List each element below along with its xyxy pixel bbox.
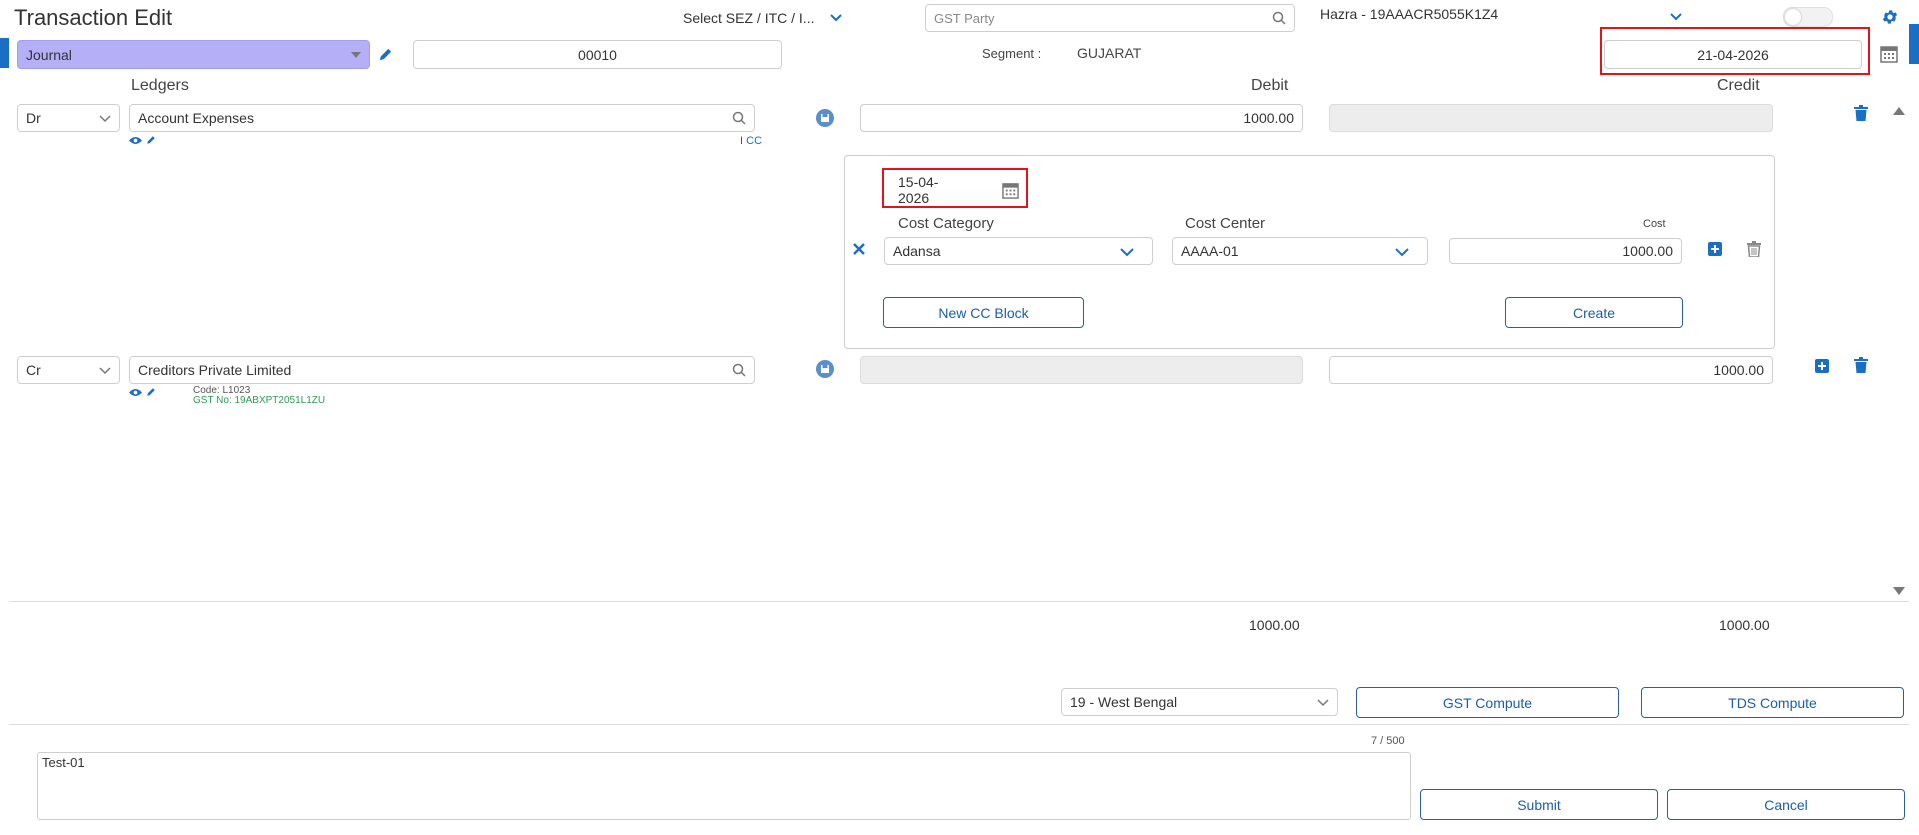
chevron-down-icon bbox=[830, 14, 843, 22]
ledger-value: Creditors Private Limited bbox=[138, 362, 292, 378]
tds-compute-button[interactable]: TDS Compute bbox=[1641, 687, 1904, 718]
ledger-input-row2[interactable]: Creditors Private Limited bbox=[129, 356, 755, 384]
gst-party-placeholder: GST Party bbox=[934, 10, 995, 26]
cost-value: 1000.00 bbox=[1622, 243, 1673, 259]
ledger-input-row1[interactable]: Account Expenses bbox=[129, 104, 755, 132]
ledgers-column-header: Ledgers bbox=[131, 77, 189, 94]
company-select[interactable]: Hazra - 19AAACR5055K1Z4 bbox=[1320, 6, 1685, 28]
chevron-down-icon bbox=[99, 367, 111, 375]
cancel-button[interactable]: Cancel bbox=[1667, 789, 1905, 820]
drcr-select-row2[interactable]: Cr bbox=[17, 356, 120, 384]
drcr-value: Dr bbox=[26, 110, 41, 126]
chevron-down-icon bbox=[99, 115, 111, 123]
credit-value: 1000.00 bbox=[1713, 362, 1764, 378]
voucher-number-input[interactable]: 00010 bbox=[413, 40, 782, 69]
cost-category-value: Adansa bbox=[893, 243, 941, 259]
gear-icon[interactable] bbox=[1881, 8, 1899, 26]
total-debit: 1000.00 bbox=[1249, 617, 1300, 633]
state-value: 19 - West Bengal bbox=[1070, 694, 1178, 710]
page-title: Transaction Edit bbox=[14, 5, 173, 30]
trash-icon[interactable] bbox=[1853, 104, 1869, 122]
drcr-select-row1[interactable]: Dr bbox=[17, 104, 120, 132]
pencil-icon[interactable] bbox=[377, 46, 393, 62]
state-select[interactable]: 19 - West Bengal bbox=[1061, 688, 1338, 716]
narration-text: Test-01 bbox=[42, 755, 85, 770]
cc-tag-label: CC bbox=[746, 135, 763, 147]
plus-icon[interactable] bbox=[1814, 358, 1830, 374]
narration-textarea[interactable]: Test-01 bbox=[37, 752, 1411, 820]
debit-input-row1[interactable]: 1000.00 bbox=[860, 104, 1303, 132]
totals-divider bbox=[9, 601, 1909, 602]
chevron-down-icon bbox=[1670, 13, 1682, 21]
cost-center-select[interactable]: AAAA-01 bbox=[1172, 237, 1428, 265]
highlight-box-cc-date bbox=[882, 168, 1028, 208]
calendar-icon[interactable] bbox=[1880, 45, 1898, 63]
scroll-up-arrow[interactable] bbox=[1892, 106, 1906, 116]
voucher-type-select[interactable]: Journal bbox=[17, 40, 370, 69]
cost-center-label: Cost Center bbox=[1185, 215, 1266, 232]
pencil-icon[interactable] bbox=[145, 386, 157, 398]
gst-compute-button[interactable]: GST Compute bbox=[1356, 687, 1619, 718]
debit-input-row2 bbox=[860, 356, 1303, 384]
cost-category-select[interactable]: Adansa bbox=[884, 237, 1153, 265]
trash-icon[interactable] bbox=[1746, 240, 1762, 258]
trash-icon[interactable] bbox=[1853, 356, 1869, 374]
sez-select-label: Select SEZ / ITC / I... bbox=[683, 10, 815, 26]
close-icon[interactable] bbox=[852, 242, 866, 256]
gst-party-input[interactable]: GST Party bbox=[925, 4, 1295, 32]
chevron-down-icon bbox=[1395, 248, 1409, 257]
search-icon bbox=[732, 363, 746, 377]
credit-column-header: Credit bbox=[1717, 77, 1760, 94]
search-icon bbox=[732, 111, 746, 125]
toggle-switch[interactable] bbox=[1783, 7, 1833, 27]
caret-down-icon bbox=[351, 52, 361, 58]
ledger-value: Account Expenses bbox=[138, 110, 254, 126]
new-cc-block-button[interactable]: New CC Block bbox=[883, 297, 1084, 328]
sez-select[interactable]: Select SEZ / ITC / I... bbox=[683, 8, 848, 28]
cost-center-value: AAAA-01 bbox=[1181, 243, 1239, 259]
cc-tag[interactable]: I CC bbox=[740, 135, 762, 147]
company-name: Hazra - 19AAACR5055K1Z4 bbox=[1320, 6, 1499, 22]
toggle-knob bbox=[1785, 9, 1801, 25]
voucher-number: 00010 bbox=[578, 46, 617, 63]
chevron-down-icon bbox=[1120, 248, 1134, 257]
eye-icon[interactable] bbox=[128, 387, 142, 397]
total-credit: 1000.00 bbox=[1719, 617, 1770, 633]
ledger-gst-number: GST No: 19ABXPT2051L1ZU bbox=[193, 395, 326, 406]
debit-column-header: Debit bbox=[1251, 77, 1289, 94]
narration-divider bbox=[9, 724, 1909, 725]
cost-input[interactable]: 1000.00 bbox=[1449, 238, 1682, 264]
chevron-down-icon bbox=[1317, 699, 1329, 707]
scroll-down-arrow[interactable] bbox=[1892, 586, 1906, 596]
plus-icon[interactable] bbox=[1707, 241, 1723, 257]
voucher-type-value: Journal bbox=[26, 46, 72, 63]
right-edge-strip bbox=[1909, 24, 1919, 64]
credit-input-row1 bbox=[1329, 104, 1773, 132]
cost-category-label: Cost Category bbox=[898, 215, 994, 232]
save-icon[interactable] bbox=[816, 360, 834, 378]
credit-input-row2[interactable]: 1000.00 bbox=[1329, 356, 1773, 384]
left-edge-strip bbox=[0, 38, 9, 68]
narration-counter: 7 / 500 bbox=[1371, 735, 1405, 747]
highlight-box-voucher-date bbox=[1600, 27, 1870, 75]
submit-button[interactable]: Submit bbox=[1420, 789, 1658, 820]
segment-value: GUJARAT bbox=[1077, 45, 1142, 61]
eye-icon[interactable] bbox=[128, 135, 142, 145]
search-icon bbox=[1272, 11, 1286, 25]
debit-value: 1000.00 bbox=[1243, 110, 1294, 126]
drcr-value: Cr bbox=[26, 362, 41, 378]
save-icon[interactable] bbox=[816, 109, 834, 127]
pencil-icon[interactable] bbox=[145, 134, 157, 146]
create-button[interactable]: Create bbox=[1505, 297, 1683, 328]
cc-tag-marker: I bbox=[740, 135, 744, 147]
segment-label: Segment : bbox=[982, 46, 1042, 61]
cost-label: Cost bbox=[1643, 218, 1666, 230]
